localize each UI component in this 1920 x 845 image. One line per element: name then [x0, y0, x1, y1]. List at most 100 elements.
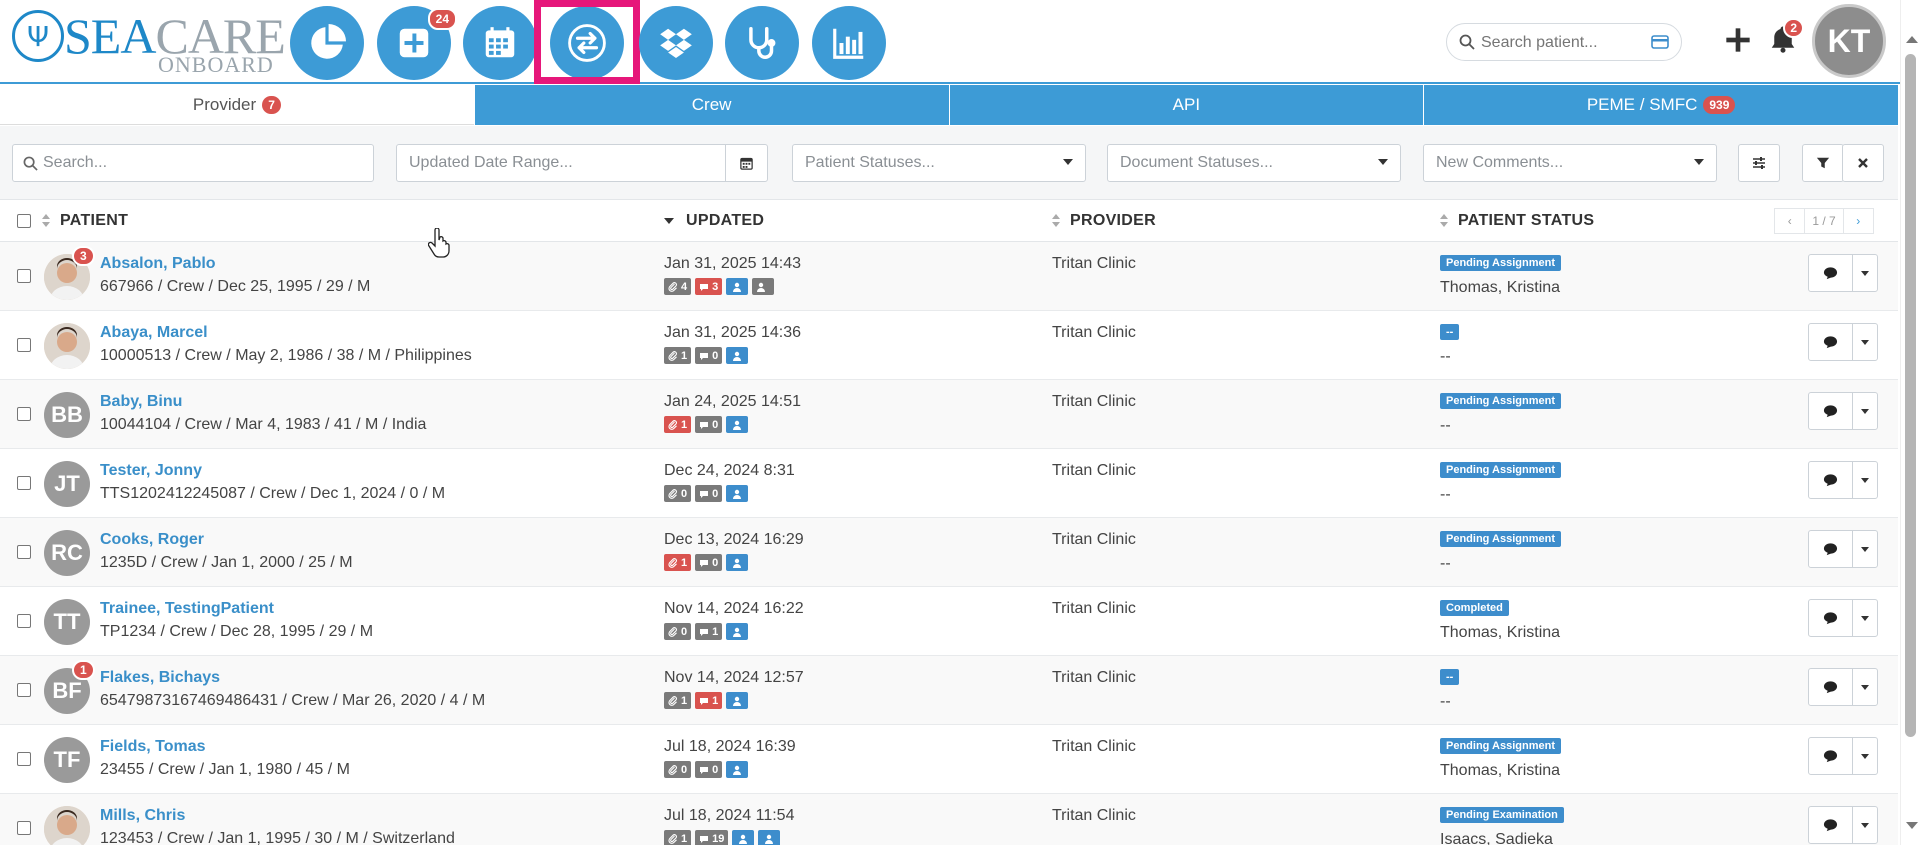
user-chip[interactable] [726, 554, 749, 571]
user-chip[interactable] [726, 623, 749, 640]
user-chip[interactable] [726, 485, 749, 502]
row-actions-dropdown[interactable] [1853, 324, 1877, 360]
table-row[interactable]: RC Cooks, Roger 1235D / Crew / Jan 1, 20… [0, 518, 1898, 587]
row-checkbox[interactable] [17, 752, 31, 766]
row-checkbox[interactable] [17, 269, 31, 283]
scroll-down-arrow[interactable] [1906, 822, 1918, 829]
user-chip[interactable] [758, 830, 781, 845]
row-actions-dropdown[interactable] [1853, 462, 1877, 498]
comment-button[interactable] [1809, 600, 1853, 636]
user-chip[interactable] [732, 830, 755, 845]
patient-search[interactable] [1446, 23, 1682, 61]
comment-button[interactable] [1809, 255, 1853, 291]
user-avatar[interactable]: KT [1812, 4, 1886, 78]
nav-reports-button[interactable] [812, 6, 886, 80]
table-row[interactable]: JT Tester, Jonny TTS1202412245087 / Crew… [0, 449, 1898, 518]
comment-chip[interactable]: 0 [695, 416, 723, 433]
row-actions-dropdown[interactable] [1853, 807, 1877, 843]
paperclip-chip[interactable]: 0 [664, 761, 692, 778]
notifications-button[interactable]: 2 [1768, 18, 1804, 56]
table-row[interactable]: BF 1 Flakes, Bichays 6547987316746948643… [0, 656, 1898, 725]
paperclip-chip[interactable]: 1 [664, 554, 692, 571]
column-settings-button[interactable] [1738, 144, 1780, 182]
next-page-button[interactable]: › [1844, 209, 1873, 233]
column-updated[interactable]: UPDATED [664, 212, 764, 230]
comment-chip[interactable]: 19 [695, 830, 729, 845]
row-actions-dropdown[interactable] [1853, 738, 1877, 774]
nav-add-patient-button[interactable]: 24 [377, 6, 457, 80]
row-actions-dropdown[interactable] [1853, 669, 1877, 705]
clear-filter-button[interactable] [1842, 144, 1884, 182]
table-row[interactable]: Mills, Chris 123453 / Crew / Jan 1, 1995… [0, 794, 1898, 845]
row-checkbox[interactable] [17, 338, 31, 352]
comment-button[interactable] [1809, 531, 1853, 567]
row-checkbox[interactable] [17, 545, 31, 559]
tab-api[interactable]: API [948, 85, 1424, 125]
table-row[interactable]: 3 Absalon, Pablo 667966 / Crew / Dec 25,… [0, 242, 1898, 311]
tab-provider[interactable]: Provider 7 [0, 85, 474, 125]
table-row[interactable]: BB Baby, Binu 10044104 / Crew / Mar 4, 1… [0, 380, 1898, 449]
comment-button[interactable] [1809, 807, 1853, 843]
patient-name-link[interactable]: Fields, Tomas [100, 738, 206, 756]
paperclip-chip[interactable]: 1 [664, 830, 692, 845]
comment-chip[interactable]: 0 [695, 761, 723, 778]
patient-name-link[interactable]: Mills, Chris [100, 807, 185, 825]
patient-search-input[interactable] [1481, 30, 1641, 56]
nav-calendar-button[interactable] [463, 6, 537, 80]
scroll-up-arrow[interactable] [1906, 36, 1918, 43]
comment-chip[interactable]: 1 [695, 623, 723, 640]
nav-dropbox-button[interactable] [639, 6, 713, 80]
paperclip-chip[interactable]: 1 [664, 347, 692, 364]
patient-name-link[interactable]: Tester, Jonny [100, 462, 202, 480]
comment-button[interactable] [1809, 462, 1853, 498]
tab-peme-smfc[interactable]: PEME / SMFC 939 [1423, 85, 1898, 125]
row-checkbox[interactable] [17, 683, 31, 697]
user-chip[interactable] [752, 278, 775, 295]
nav-medical-button[interactable] [725, 6, 799, 80]
patient-name-link[interactable]: Absalon, Pablo [100, 255, 216, 273]
tab-crew[interactable]: Crew [473, 85, 949, 125]
comment-button[interactable] [1809, 669, 1853, 705]
prev-page-button[interactable]: ‹ [1775, 209, 1804, 233]
table-row[interactable]: TT Trainee, TestingPatient TP1234 / Crew… [0, 587, 1898, 656]
paperclip-chip[interactable]: 1 [664, 692, 692, 709]
search-filter[interactable]: Search... [12, 144, 374, 182]
date-range-filter[interactable]: Updated Date Range... [396, 144, 768, 182]
comment-button[interactable] [1809, 393, 1853, 429]
comment-chip[interactable]: 0 [695, 485, 723, 502]
user-chip[interactable] [726, 347, 749, 364]
column-patient[interactable]: PATIENT [42, 212, 128, 230]
user-chip[interactable] [726, 692, 749, 709]
calendar-icon[interactable] [725, 145, 767, 181]
apply-filter-button[interactable] [1802, 144, 1844, 182]
patient-status-select[interactable]: Patient Statuses... [792, 144, 1086, 182]
patient-name-link[interactable]: Flakes, Bichays [100, 669, 220, 687]
patient-name-link[interactable]: Cooks, Roger [100, 531, 204, 549]
row-actions-dropdown[interactable] [1853, 600, 1877, 636]
column-provider[interactable]: PROVIDER [1052, 212, 1156, 230]
patient-name-link[interactable]: Trainee, TestingPatient [100, 600, 274, 618]
document-status-select[interactable]: Document Statuses... [1107, 144, 1401, 182]
row-checkbox[interactable] [17, 407, 31, 421]
comment-chip[interactable]: 1 [695, 692, 723, 709]
row-checkbox[interactable] [17, 614, 31, 628]
card-scan-icon[interactable] [1651, 35, 1669, 49]
comment-button[interactable] [1809, 738, 1853, 774]
patient-name-link[interactable]: Abaya, Marcel [100, 324, 208, 342]
patient-name-link[interactable]: Baby, Binu [100, 393, 182, 411]
plus-icon[interactable] [1724, 26, 1752, 54]
paperclip-chip[interactable]: 0 [664, 485, 692, 502]
paperclip-chip[interactable]: 1 [664, 416, 692, 433]
scroll-thumb[interactable] [1905, 54, 1916, 737]
row-checkbox[interactable] [17, 476, 31, 490]
paperclip-chip[interactable]: 0 [664, 623, 692, 640]
paperclip-chip[interactable]: 4 [664, 278, 692, 295]
table-row[interactable]: Abaya, Marcel 10000513 / Crew / May 2, 1… [0, 311, 1898, 380]
seacare-logo[interactable]: Ψ SEACARE ONBOARD [12, 8, 286, 77]
table-row[interactable]: TF Fields, Tomas 23455 / Crew / Jan 1, 1… [0, 725, 1898, 794]
new-comments-select[interactable]: New Comments... [1423, 144, 1717, 182]
comment-chip[interactable]: 3 [695, 278, 723, 295]
user-chip[interactable] [726, 761, 749, 778]
user-chip[interactable] [726, 278, 749, 295]
comment-chip[interactable]: 0 [695, 554, 723, 571]
